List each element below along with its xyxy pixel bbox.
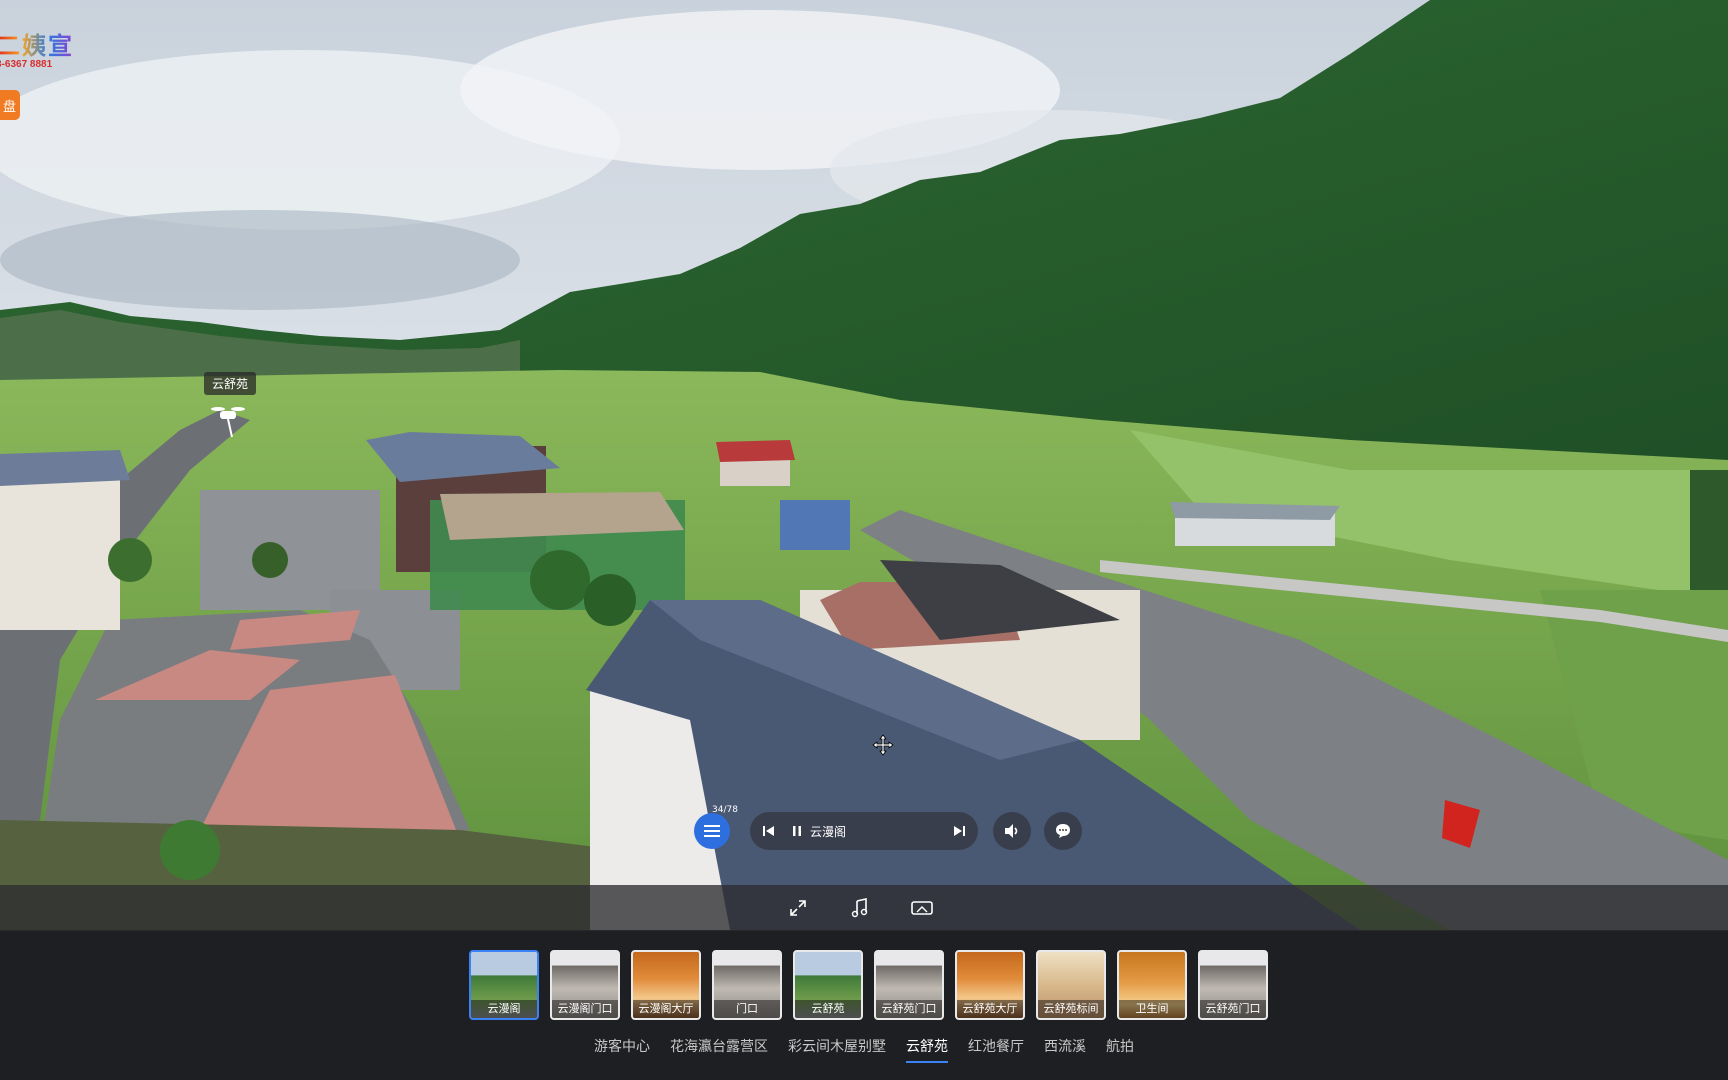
scene-thumbnail[interactable]: 云漫阁大厅 [631,950,701,1020]
scene-thumbnail[interactable]: 卫生间 [1117,950,1187,1020]
thumbnail-label: 云漫阁门口 [552,1000,618,1018]
menu-icon [704,825,720,837]
move-cursor-icon [872,734,894,756]
chat-bubble-icon [1056,824,1070,838]
previous-icon[interactable] [762,824,776,838]
pause-icon[interactable] [790,824,804,838]
expand-icon [790,900,806,916]
panorama-image[interactable] [0,0,1728,930]
thumbnail-label: 云舒苑门口 [876,1000,942,1018]
scene-group-tab[interactable]: 红池餐厅 [968,1036,1024,1063]
brand-logo[interactable]: 二姨宣 3-6367 8881 [0,26,74,70]
scene-counter: 34/78 [712,805,738,815]
side-tab[interactable]: 盘 [0,90,20,120]
thumbnail-label: 云舒苑 [795,1000,861,1018]
logo-mark: 二姨宣 [0,26,74,61]
thumbnail-label: 云舒苑标间 [1038,1000,1104,1018]
vr-glasses-icon [911,901,933,915]
vr-button[interactable] [907,893,937,923]
hotspot-label: 云舒苑 [204,372,257,395]
fullscreen-button[interactable] [783,893,813,923]
scene-thumbnail[interactable]: 云舒苑标间 [1036,950,1106,1020]
scene-group-tab[interactable]: 云舒苑 [906,1036,948,1063]
thumbnail-label: 门口 [714,1000,780,1018]
thumbnail-label: 云舒苑门口 [1200,1000,1266,1018]
thumbnail-label: 卫生间 [1119,1000,1185,1018]
scene-thumbnail[interactable]: 云漫阁 [469,950,539,1020]
current-scene-name: 云漫阁 [810,824,847,839]
scene-group-tab[interactable]: 西流溪 [1044,1036,1086,1063]
scene-thumbnail[interactable]: 云漫阁门口 [550,950,620,1020]
comment-button[interactable] [1044,812,1082,850]
sound-button[interactable] [993,812,1031,850]
scene-player: 云漫阁 [750,812,978,850]
music-button[interactable] [845,893,875,923]
drone-icon [211,407,245,438]
panorama-viewer[interactable]: 二姨宣 3-6367 8881 盘 云舒苑 34/78 云漫阁 云漫阁 云漫阁门… [0,0,1728,1080]
scene-thumbnail[interactable]: 云舒苑 [793,950,863,1020]
scene-thumbnails: 云漫阁 云漫阁门口 云漫阁大厅 门口 云舒苑 云舒苑门口 云舒苑大厅 云舒苑标间 卫生间 云舒苑门… [469,950,1268,1020]
scene-thumbnail[interactable]: 云舒苑门口 [874,950,944,1020]
scene-thumbnail[interactable]: 门口 [712,950,782,1020]
next-icon[interactable] [952,824,966,838]
thumbnail-label: 云漫阁 [471,1000,537,1018]
scene-thumbnail[interactable]: 云舒苑门口 [1198,950,1268,1020]
scene-group-tab[interactable]: 花海瀛台露营区 [670,1036,768,1063]
scene-group-tab[interactable]: 游客中心 [594,1036,650,1063]
music-note-icon [851,898,868,918]
scene-menu-button[interactable] [694,813,730,849]
scene-group-tab[interactable]: 航拍 [1106,1036,1134,1063]
scene-groups: 游客中心 花海瀛台露营区 彩云间木屋别墅 云舒苑 红池餐厅 西流溪 航拍 [0,1036,1728,1063]
thumbnail-label: 云舒苑大厅 [957,1000,1023,1018]
scene-hotspot[interactable]: 云舒苑 [204,372,257,441]
speaker-icon [1005,824,1018,838]
scene-group-tab[interactable]: 彩云间木屋别墅 [788,1036,886,1063]
scene-navigator: 云漫阁 云漫阁门口 云漫阁大厅 门口 云舒苑 云舒苑门口 云舒苑大厅 云舒苑标间 卫生间 云舒苑门… [0,931,1728,1080]
thumbnail-label: 云漫阁大厅 [633,1000,699,1018]
scene-thumbnail[interactable]: 云舒苑大厅 [955,950,1025,1020]
tool-bar [0,885,1728,931]
playback-controls: 34/78 云漫阁 [694,805,1084,853]
